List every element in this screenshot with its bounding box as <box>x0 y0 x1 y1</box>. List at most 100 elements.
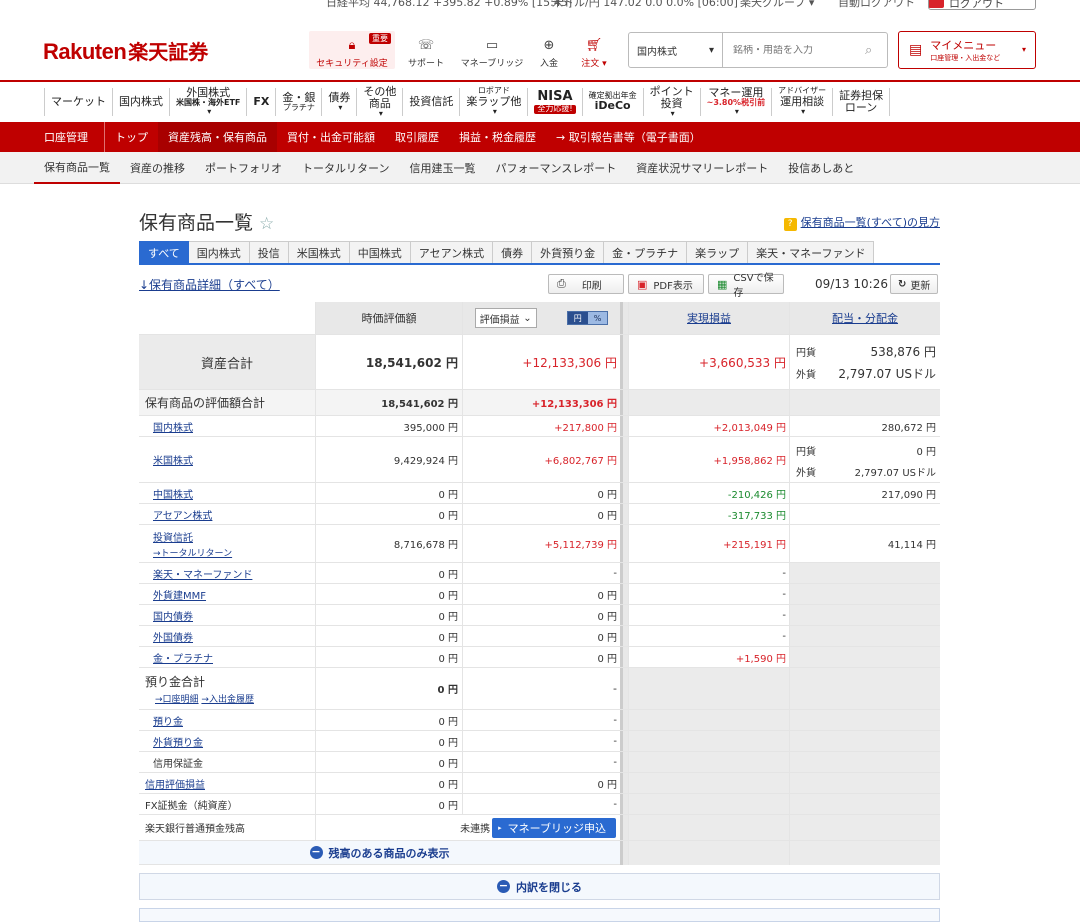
bank-link-status: 未連携 <box>460 824 491 835</box>
nav-foreign-stock[interactable]: 外国株式 米国株・海外ETF <box>169 87 246 116</box>
money-bridge-button[interactable]: ▭ マネーブリッジ <box>457 31 527 69</box>
holdings-total-row: 保有商品の評価額合計 18,541,602 円 +12,133,306 円 <box>139 390 940 416</box>
bank-balance-row: 楽天銀行普通預金残高 未連携 ▸ マネーブリッジ申込 <box>139 815 940 841</box>
holdings-tabs: すべて 国内株式 投信 米国株式 中国株式 アセアン株式 債券 外貨預り金 金・… <box>139 241 940 265</box>
account-top[interactable]: トップ <box>104 122 158 152</box>
tab-us-stock[interactable]: 米国株式 <box>288 241 350 263</box>
table-row: アセアン株式 0 円 0 円 -317,733 円 <box>139 504 940 525</box>
help-icon: ? <box>783 218 797 231</box>
subnav-portfolio[interactable]: ポートフォリオ <box>195 152 292 184</box>
nav-point-invest[interactable]: ポイント 投資 <box>642 85 700 116</box>
deposit-button[interactable]: ⊕ 入金 <box>527 31 571 69</box>
table-row: 国内株式 395,000 円 +217,800 円 +2,013,049 円 2… <box>139 416 940 437</box>
close-breakdown-button[interactable]: − 内訳を閉じる <box>139 873 940 900</box>
pl-type-select[interactable]: 評価損益 ⌄ <box>474 308 537 328</box>
table-row: 米国株式 9,429,924 円 +6,802,767 円 +1,958,862… <box>139 437 940 483</box>
page-title: 保有商品一覧 ☆ <box>139 212 275 234</box>
header-icons: 重要 🔒︎ セキュリティ設定 ☏ サポート ▭ マネーブリッジ ⊕ 入金 🛒︎ … <box>309 31 617 69</box>
top-strip: 日経平均 44,768.12 +395.82 +0.89% [15:45] 米ド… <box>0 0 1080 10</box>
market-ticker: 日経平均 44,768.12 +395.82 +0.89% [15:45] <box>326 0 573 9</box>
tab-bonds[interactable]: 債券 <box>493 241 533 263</box>
col-market-value: 時価評価額 <box>315 302 462 334</box>
show-balance-only-button[interactable]: − 残高のある商品のみ表示 <box>139 841 620 865</box>
col-dividends[interactable]: 配当・分配金 <box>789 302 940 334</box>
group-menu[interactable]: 楽天グループ ▾ <box>740 0 814 10</box>
search-box: 国内株式▾ ⌕ <box>628 32 888 68</box>
table-row: 金・プラチナ 0 円 0 円 +1,590 円 <box>139 647 940 668</box>
nav-bonds[interactable]: 債券 <box>321 88 356 116</box>
printer-icon: ⎙ <box>557 277 566 290</box>
trade-reports-link[interactable]: → 取引報告書等（電子書面） <box>546 122 711 152</box>
security-settings-button[interactable]: 重要 🔒︎ セキュリティ設定 <box>309 31 395 69</box>
account-management[interactable]: 口座管理 <box>34 122 104 152</box>
holdings-detail-link[interactable]: ↓保有商品詳細（すべて） <box>139 276 280 293</box>
subnav-margin-positions[interactable]: 信用建玉一覧 <box>399 152 485 184</box>
table-row: 中国株式 0 円 0 円 -210,426 円 217,090 円 <box>139 483 940 504</box>
nav-fx[interactable]: FX <box>246 88 275 116</box>
subnav-performance-report[interactable]: パフォーマンスレポート <box>485 152 626 184</box>
subnav-total-return[interactable]: トータルリターン <box>292 152 399 184</box>
nav-gold-silver[interactable]: 金・銀 プラチナ <box>275 88 321 116</box>
help-link[interactable]: ? 保有商品一覧(すべて)の見方 <box>783 214 940 231</box>
money-bridge-apply-button[interactable]: ▸ マネーブリッジ申込 <box>492 817 616 838</box>
subnav-summary-report[interactable]: 資産状況サマリーレポート <box>626 152 778 184</box>
rakuten-logo[interactable]: Rakuten 楽天証券 <box>43 36 208 65</box>
col-realized-pl[interactable]: 実現損益 <box>628 302 789 334</box>
nav-money-management[interactable]: マネー運用 ~3.80%税引前 <box>699 87 771 116</box>
search-icon[interactable]: ⌕ <box>865 43 887 58</box>
table-row: 信用評価損益 0 円 0 円 <box>139 773 940 794</box>
nav-nisa[interactable]: NISA 全力応援! <box>527 88 581 116</box>
chevron-down-icon: ▾ <box>1021 45 1026 54</box>
tab-rakuwrap[interactable]: 楽ラップ <box>687 241 749 263</box>
table-row: FX証拠金（純資産） 0 円 - <box>139 794 940 815</box>
print-button[interactable]: ⎙ 印刷 <box>548 274 624 294</box>
fx-ticker: 米ドル/円 147.02 0.0 0.0% [06:00] <box>552 0 738 9</box>
timestamp: 09/13 10:26 <box>815 277 888 291</box>
csv-button[interactable]: ▦ CSVで保存 <box>708 273 784 299</box>
subnav-fund-footprint[interactable]: 投信あしあと <box>778 152 864 184</box>
refresh-icon: ↻ <box>898 278 907 290</box>
nav-domestic-stock[interactable]: 国内株式 <box>112 88 169 116</box>
nav-market[interactable]: マーケット <box>44 88 112 116</box>
nav-investment-trust[interactable]: 投資信託 <box>402 88 459 116</box>
buying-power-tab[interactable]: 買付・出金可能額 <box>277 122 385 152</box>
global-nav: マーケット 国内株式 外国株式米国株・海外ETF FX 金・銀プラチナ 債券 そ… <box>0 80 1080 122</box>
subnav-holdings-list[interactable]: 保有商品一覧 <box>34 152 120 184</box>
deposit-icon: ⊕ <box>543 38 555 53</box>
menu-icon: ▤ <box>909 42 923 58</box>
tab-all[interactable]: すべて <box>139 241 189 263</box>
search-input[interactable] <box>723 44 865 56</box>
nav-securities-loan[interactable]: 証券担保 ローン <box>832 88 891 116</box>
pdf-button[interactable]: ▣ PDF表示 <box>628 274 704 294</box>
logout-button[interactable]: ログアウト <box>928 0 1036 10</box>
assets-holdings-tab[interactable]: 資産残高・保有商品 <box>158 122 277 152</box>
refresh-button[interactable]: ↻ 更新 <box>890 274 939 294</box>
search-category-select[interactable]: 国内株式 ▾ <box>629 33 723 67</box>
nav-advisor[interactable]: アドバイザー 運用相談 <box>771 86 832 116</box>
sub-nav: 保有商品一覧 資産の推移 ポートフォリオ トータルリターン 信用建玉一覧 パフォ… <box>0 152 1080 184</box>
my-menu-button[interactable]: ▤ マイメニュー 口座管理・入出金など ▾ <box>898 31 1036 69</box>
total-assets-row: 資産合計 18,541,602 円 +12,133,306 円 +3,660,5… <box>139 335 940 390</box>
tab-domestic-stock[interactable]: 国内株式 <box>188 241 250 263</box>
pl-tax-history-tab[interactable]: 損益・税金履歴 <box>449 122 546 152</box>
tab-asean-stock[interactable]: アセアン株式 <box>410 241 494 263</box>
tab-china-stock[interactable]: 中国株式 <box>349 241 411 263</box>
minus-circle-icon: − <box>309 845 323 859</box>
yen-pct-toggle[interactable]: 円% <box>566 311 609 325</box>
order-button[interactable]: 🛒︎ 注文 ▾ <box>571 31 617 69</box>
auto-logout[interactable]: 自動ログアウト <box>838 0 915 10</box>
nav-robo-advisor[interactable]: ロボアド 楽ラップ他 <box>459 86 527 116</box>
tab-funds[interactable]: 投信 <box>249 241 289 263</box>
tab-fx-deposits[interactable]: 外貨預り金 <box>532 241 605 263</box>
pdf-icon: ▣ <box>637 277 648 291</box>
subnav-asset-history[interactable]: 資産の推移 <box>120 152 195 184</box>
tab-money-fund[interactable]: 楽天・マネーファンド <box>748 241 875 263</box>
nav-ideco[interactable]: 確定拠出年金 iDeCo <box>581 88 643 116</box>
favorite-star-icon[interactable]: ☆ <box>259 214 274 234</box>
trade-history-tab[interactable]: 取引履歴 <box>385 122 449 152</box>
csv-icon: ▦ <box>717 277 728 291</box>
support-button[interactable]: ☏ サポート <box>395 31 457 69</box>
tab-gold-platinum[interactable]: 金・プラチナ <box>604 241 688 263</box>
account-menu-bar: 口座管理 トップ 資産残高・保有商品 買付・出金可能額 取引履歴 損益・税金履歴… <box>0 122 1080 152</box>
nav-other[interactable]: その他 商品 <box>356 85 402 116</box>
